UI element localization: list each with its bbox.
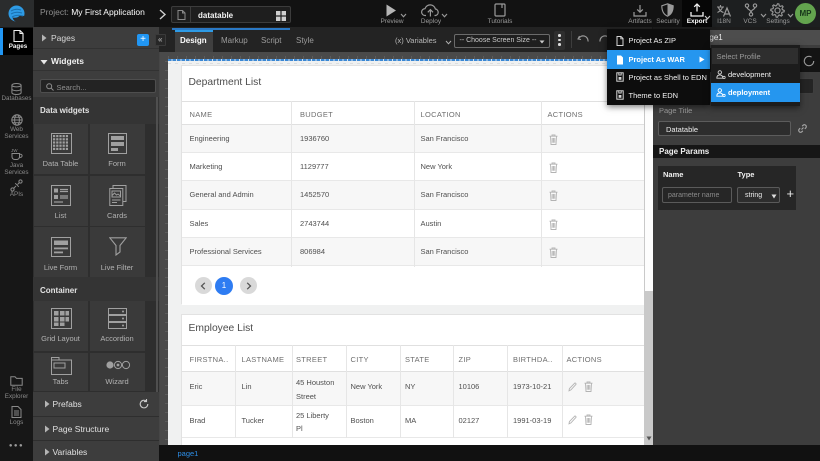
- svg-text:JW: JW: [11, 148, 18, 153]
